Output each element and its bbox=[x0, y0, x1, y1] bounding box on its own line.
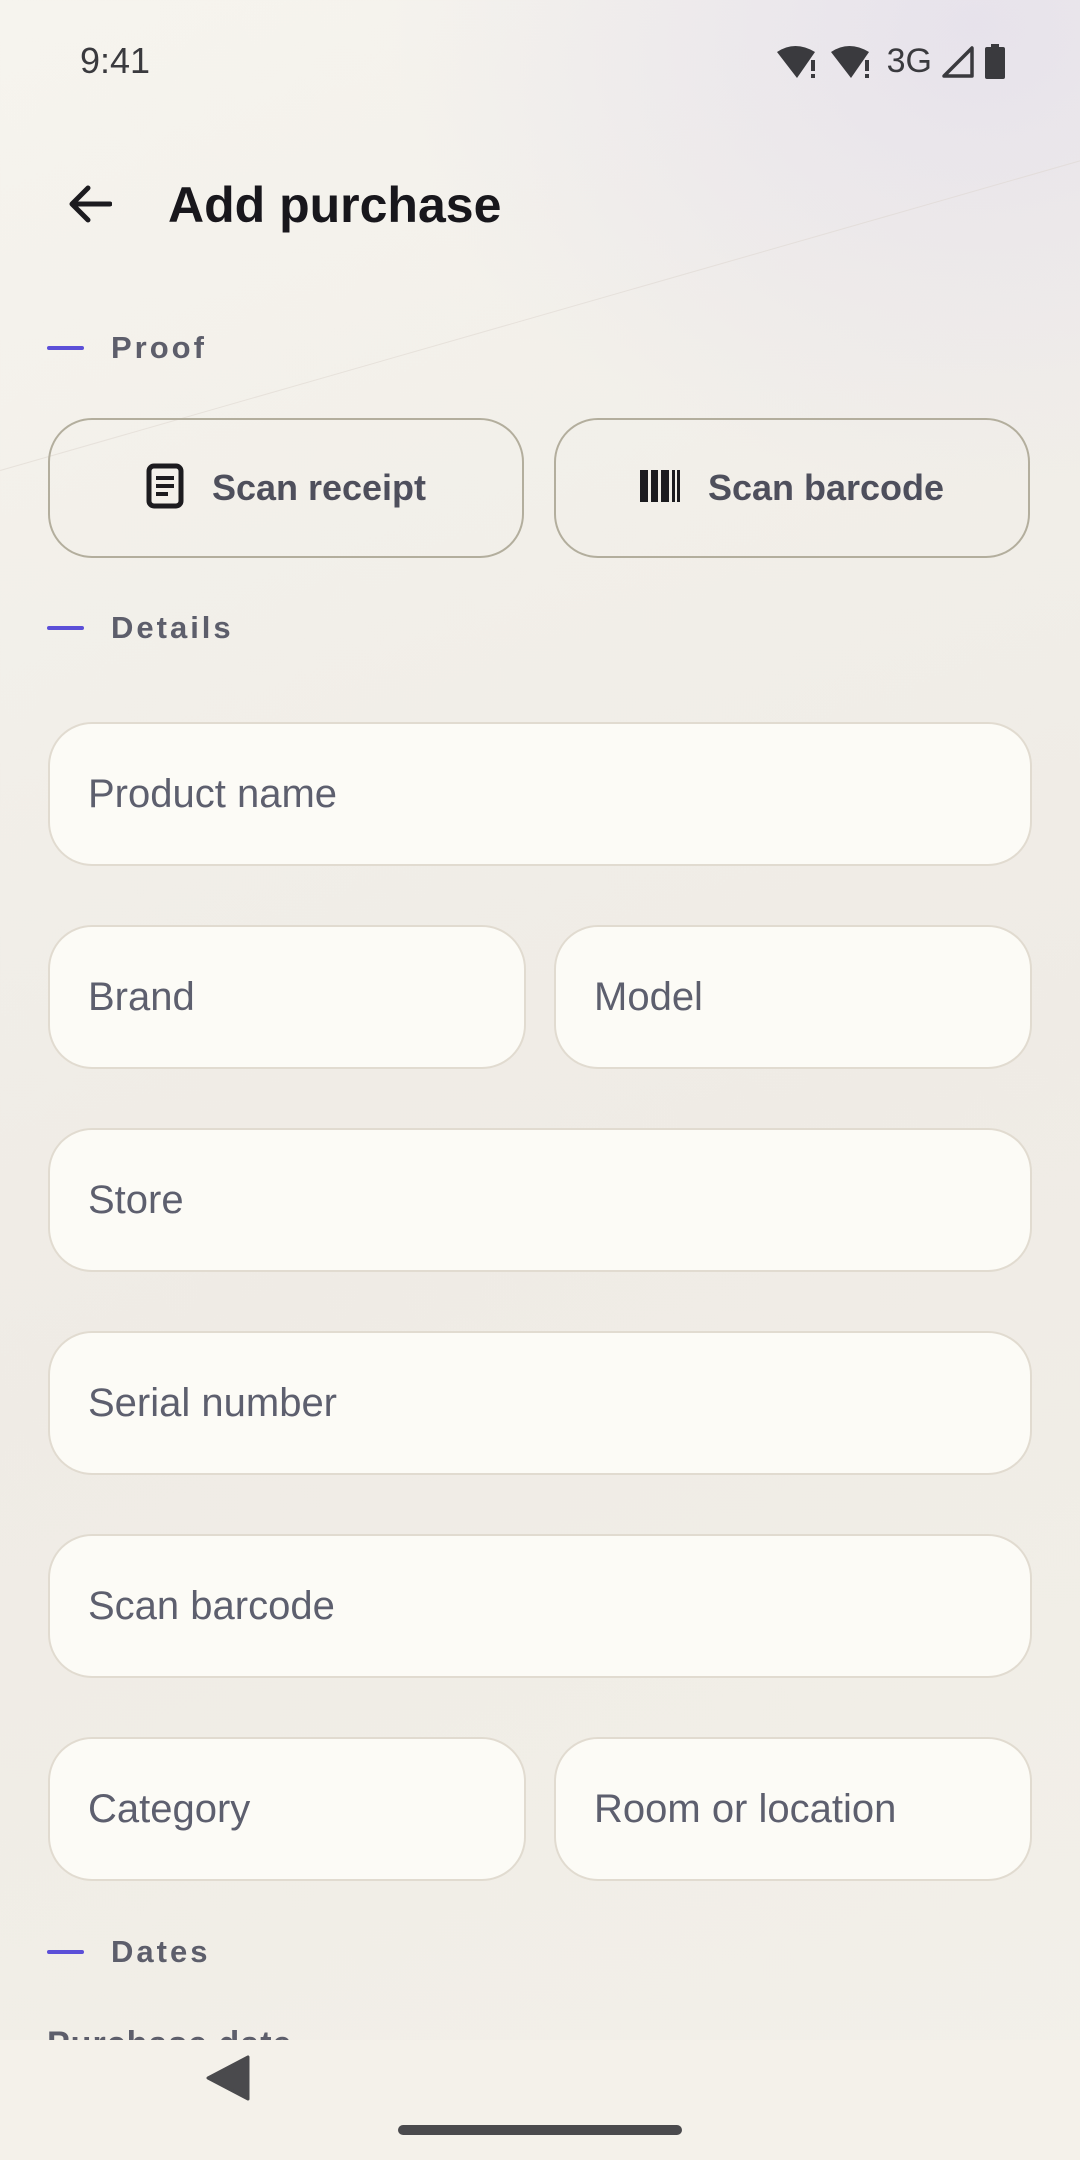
network-type: 3G bbox=[886, 42, 932, 80]
cell-signal-icon bbox=[942, 45, 976, 79]
section-header-proof: Proof bbox=[47, 328, 207, 368]
section-label-details: Details bbox=[111, 610, 234, 645]
scan-receipt-button[interactable]: Scan receipt bbox=[48, 418, 524, 558]
store-input[interactable] bbox=[88, 1130, 992, 1270]
status-icons: 3G bbox=[775, 42, 1006, 81]
arrow-back-icon bbox=[68, 184, 113, 229]
wifi-alert-icon bbox=[829, 44, 875, 80]
product-name-field[interactable] bbox=[48, 722, 1032, 866]
scan-barcode-button[interactable]: Scan barcode bbox=[554, 418, 1030, 558]
section-label-proof: Proof bbox=[111, 330, 207, 365]
back-button[interactable] bbox=[46, 162, 134, 250]
category-field[interactable] bbox=[48, 1737, 526, 1881]
store-field[interactable] bbox=[48, 1128, 1032, 1272]
section-accent-dash bbox=[47, 626, 84, 630]
brand-input[interactable] bbox=[88, 927, 486, 1067]
serial-number-input[interactable] bbox=[88, 1333, 992, 1473]
barcode-input[interactable] bbox=[88, 1536, 992, 1676]
section-header-dates: Dates bbox=[47, 1932, 210, 1972]
home-pill[interactable] bbox=[398, 2125, 682, 2135]
section-label-dates: Dates bbox=[111, 1934, 211, 1969]
receipt-icon bbox=[146, 463, 184, 514]
section-accent-dash bbox=[47, 346, 84, 350]
status-time: 9:41 bbox=[80, 40, 151, 81]
brand-field[interactable] bbox=[48, 925, 526, 1069]
category-input[interactable] bbox=[88, 1739, 486, 1879]
scan-barcode-label: Scan barcode bbox=[707, 467, 945, 508]
product-name-input[interactable] bbox=[88, 724, 992, 864]
model-input[interactable] bbox=[594, 927, 992, 1067]
section-header-details: Details bbox=[47, 608, 234, 648]
location-input[interactable] bbox=[594, 1739, 992, 1879]
status-bar: 9:41 3G bbox=[0, 0, 1080, 120]
barcode-icon bbox=[639, 469, 680, 507]
system-navigation-bar bbox=[0, 2040, 1080, 2160]
wifi-alert-icon bbox=[775, 44, 821, 80]
battery-icon bbox=[984, 43, 1006, 80]
scan-receipt-label: Scan receipt bbox=[211, 467, 427, 508]
nav-back-triangle-icon[interactable] bbox=[204, 2054, 252, 2102]
top-app-bar: Add purchase bbox=[0, 150, 1080, 262]
location-field[interactable] bbox=[554, 1737, 1032, 1881]
page-title: Add purchase bbox=[168, 177, 502, 233]
serial-number-field[interactable] bbox=[48, 1331, 1032, 1475]
barcode-field[interactable] bbox=[48, 1534, 1032, 1678]
section-accent-dash bbox=[47, 1950, 84, 1954]
model-field[interactable] bbox=[554, 925, 1032, 1069]
